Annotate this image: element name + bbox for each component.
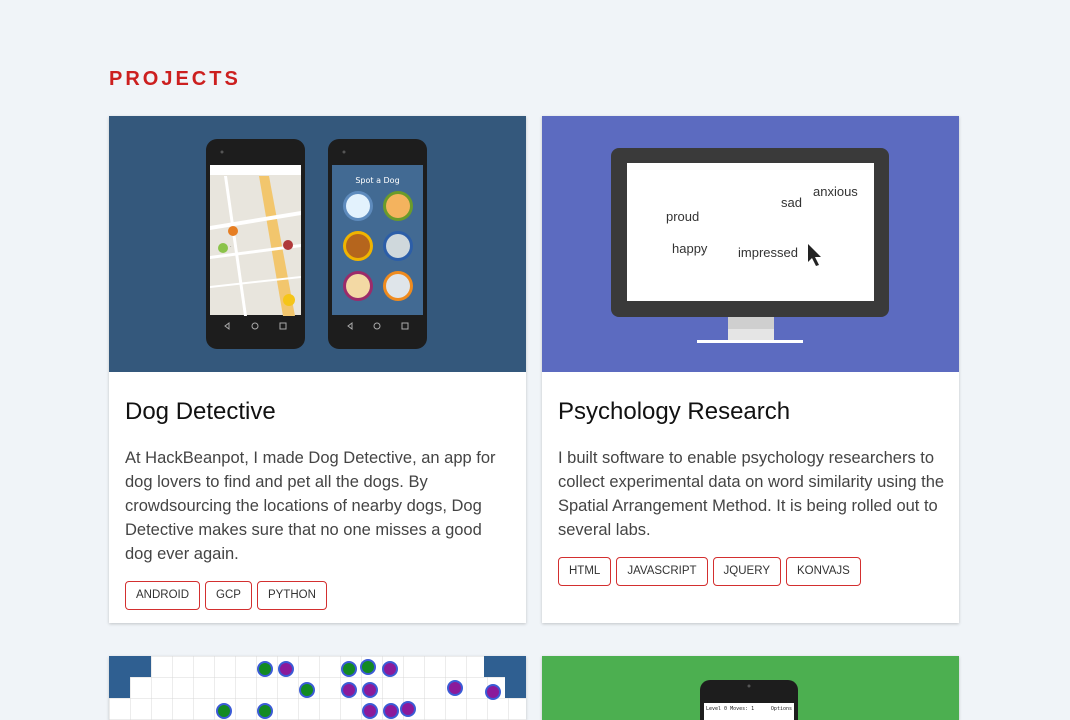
project-card-partial-phone-game[interactable]: Level 0 Moves: 1 Options xyxy=(542,656,959,720)
tag-javascript[interactable]: JAVASCRIPT xyxy=(616,557,708,586)
tag-jquery[interactable]: JQUERY xyxy=(712,557,781,586)
phone-screen-title: Spot a Dog xyxy=(355,176,399,185)
word-happy: happy xyxy=(672,241,708,256)
project-description: At HackBeanpot, I made Dog Detective, an… xyxy=(125,449,496,563)
word-sad: sad xyxy=(781,195,802,210)
tag-list: ANDROID GCP PYTHON xyxy=(125,581,327,610)
tag-html[interactable]: HTML xyxy=(558,557,612,586)
word-anxious: anxious xyxy=(813,184,858,199)
word-proud: proud xyxy=(666,209,699,224)
project-image-psychology-research: proud sad anxious happy impressed xyxy=(542,116,959,372)
tag-python[interactable]: PYTHON xyxy=(256,581,327,610)
tag-list: HTML JAVASCRIPT JQUERY KONVAJS xyxy=(558,557,861,586)
project-card-dog-detective[interactable]: . Spot a Dog Dog Detective At HackBeanpo… xyxy=(109,116,526,623)
project-image-dog-detective: . Spot a Dog xyxy=(109,116,526,372)
project-title: Dog Detective xyxy=(125,398,276,425)
project-title: Psychology Research xyxy=(558,398,791,425)
tag-konvajs[interactable]: KONVAJS xyxy=(786,557,861,586)
monitor-illustration: proud sad anxious happy impressed xyxy=(611,148,889,343)
project-description: I built software to enable psychology re… xyxy=(558,449,945,539)
word-impressed: impressed xyxy=(738,245,798,260)
section-title: PROJECTS xyxy=(109,68,241,90)
phone-game-illustration: Level 0 Moves: 1 Options xyxy=(700,680,798,720)
project-card-psychology-research[interactable]: proud sad anxious happy impressed Psycho… xyxy=(542,116,959,623)
project-card-partial-grid-game[interactable] xyxy=(109,656,526,720)
grid-game-illustration xyxy=(109,656,526,720)
phone-dog-grid-illustration: Spot a Dog xyxy=(328,139,427,349)
phone-map-illustration: . xyxy=(206,139,305,349)
tag-android[interactable]: ANDROID xyxy=(125,581,201,610)
game-hud-left: Level 0 Moves: 1 xyxy=(706,706,754,712)
tag-gcp[interactable]: GCP xyxy=(205,581,252,610)
game-hud-right: Options xyxy=(771,706,792,712)
